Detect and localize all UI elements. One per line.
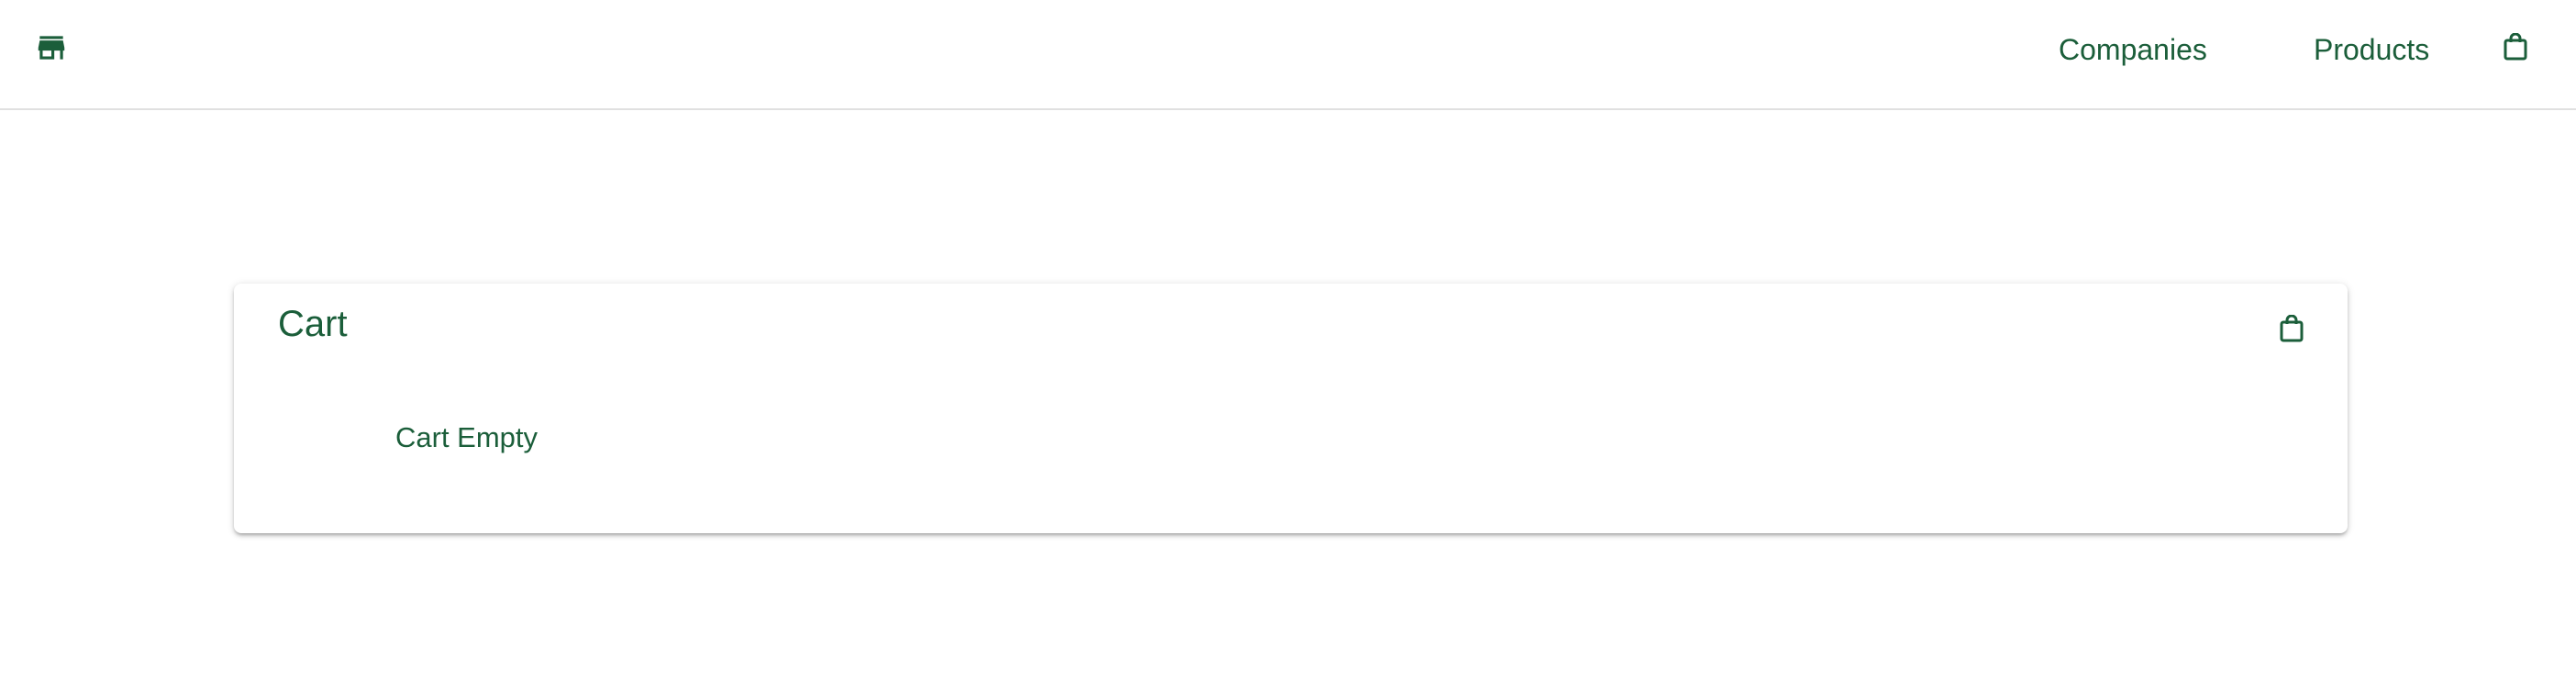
nav-products-link[interactable]: Products <box>2314 33 2429 67</box>
cart-card: Cart Cart Empty <box>234 284 2348 533</box>
nav-companies-link[interactable]: Companies <box>2059 33 2207 67</box>
shopping-bag-icon <box>2278 313 2305 344</box>
cart-title: Cart <box>278 304 348 344</box>
cart-empty-message: Cart Empty <box>395 421 539 453</box>
shopping-bag-icon[interactable] <box>2501 31 2530 62</box>
storefront-icon[interactable] <box>33 29 70 66</box>
top-app-bar: Companies Products <box>0 0 2576 110</box>
